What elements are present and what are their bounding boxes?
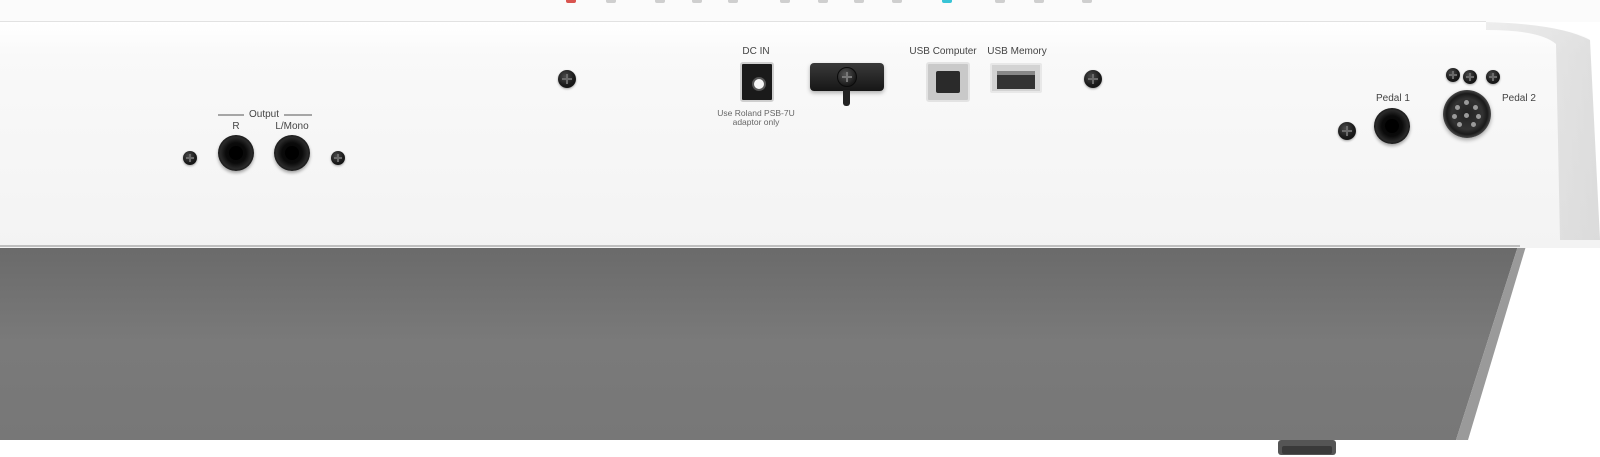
screw-icon (1486, 70, 1500, 84)
key-indicator (780, 0, 790, 3)
pedal1-jack[interactable] (1374, 108, 1410, 144)
dc-in-jack[interactable] (740, 62, 774, 102)
screw-icon (1338, 122, 1356, 140)
screw-icon (1463, 70, 1477, 84)
pedal2-label: Pedal 2 (1502, 93, 1536, 104)
screw-icon (331, 151, 345, 165)
din-pin (1452, 114, 1457, 119)
key-indicator (655, 0, 665, 3)
cord-hook-stem (843, 90, 850, 106)
key-indicator (1082, 0, 1092, 3)
din-pin (1473, 105, 1478, 110)
piano-rear-view: Output R L/Mono DC IN Use Roland PSB-7U … (0, 0, 1600, 457)
screw-icon (558, 70, 576, 88)
underside-body (0, 246, 1518, 440)
output-r-jack[interactable] (218, 135, 254, 171)
dcin-label: DC IN (742, 46, 770, 57)
key-indicator (728, 0, 738, 3)
key-indicator (854, 0, 864, 3)
key-indicator (1034, 0, 1044, 3)
output-group-label: Output (248, 109, 280, 120)
usb-computer-label: USB Computer (909, 46, 977, 57)
screw-icon (837, 67, 857, 87)
key-indicator (692, 0, 702, 3)
key-indicator (606, 0, 616, 3)
din-pin (1457, 122, 1462, 127)
din-pin (1464, 100, 1469, 105)
dcin-note-line2: adaptor only (732, 117, 780, 127)
top-surface (0, 0, 1600, 22)
pedal1-label: Pedal 1 (1376, 93, 1410, 104)
din-pin (1471, 122, 1476, 127)
pedal2-din-connector[interactable] (1443, 90, 1491, 138)
screw-icon (183, 151, 197, 165)
usb-computer-port[interactable] (926, 62, 970, 102)
screw-icon (1084, 70, 1102, 88)
din-pin (1455, 105, 1460, 110)
key-indicator-cyan (942, 0, 952, 3)
din-pin (1464, 113, 1469, 118)
output-l-mono-jack[interactable] (274, 135, 310, 171)
key-indicator (892, 0, 902, 3)
output-r-label: R (232, 121, 240, 132)
piano-body-graphic (0, 0, 1600, 455)
output-l-mono-label: L/Mono (275, 121, 309, 132)
screw-icon (1446, 68, 1460, 82)
key-indicator-red (566, 0, 576, 3)
usb-memory-port[interactable] (990, 63, 1042, 93)
din-pin (1476, 114, 1481, 119)
key-indicator (818, 0, 828, 3)
key-indicator (995, 0, 1005, 3)
usb-memory-label: USB Memory (987, 46, 1047, 57)
